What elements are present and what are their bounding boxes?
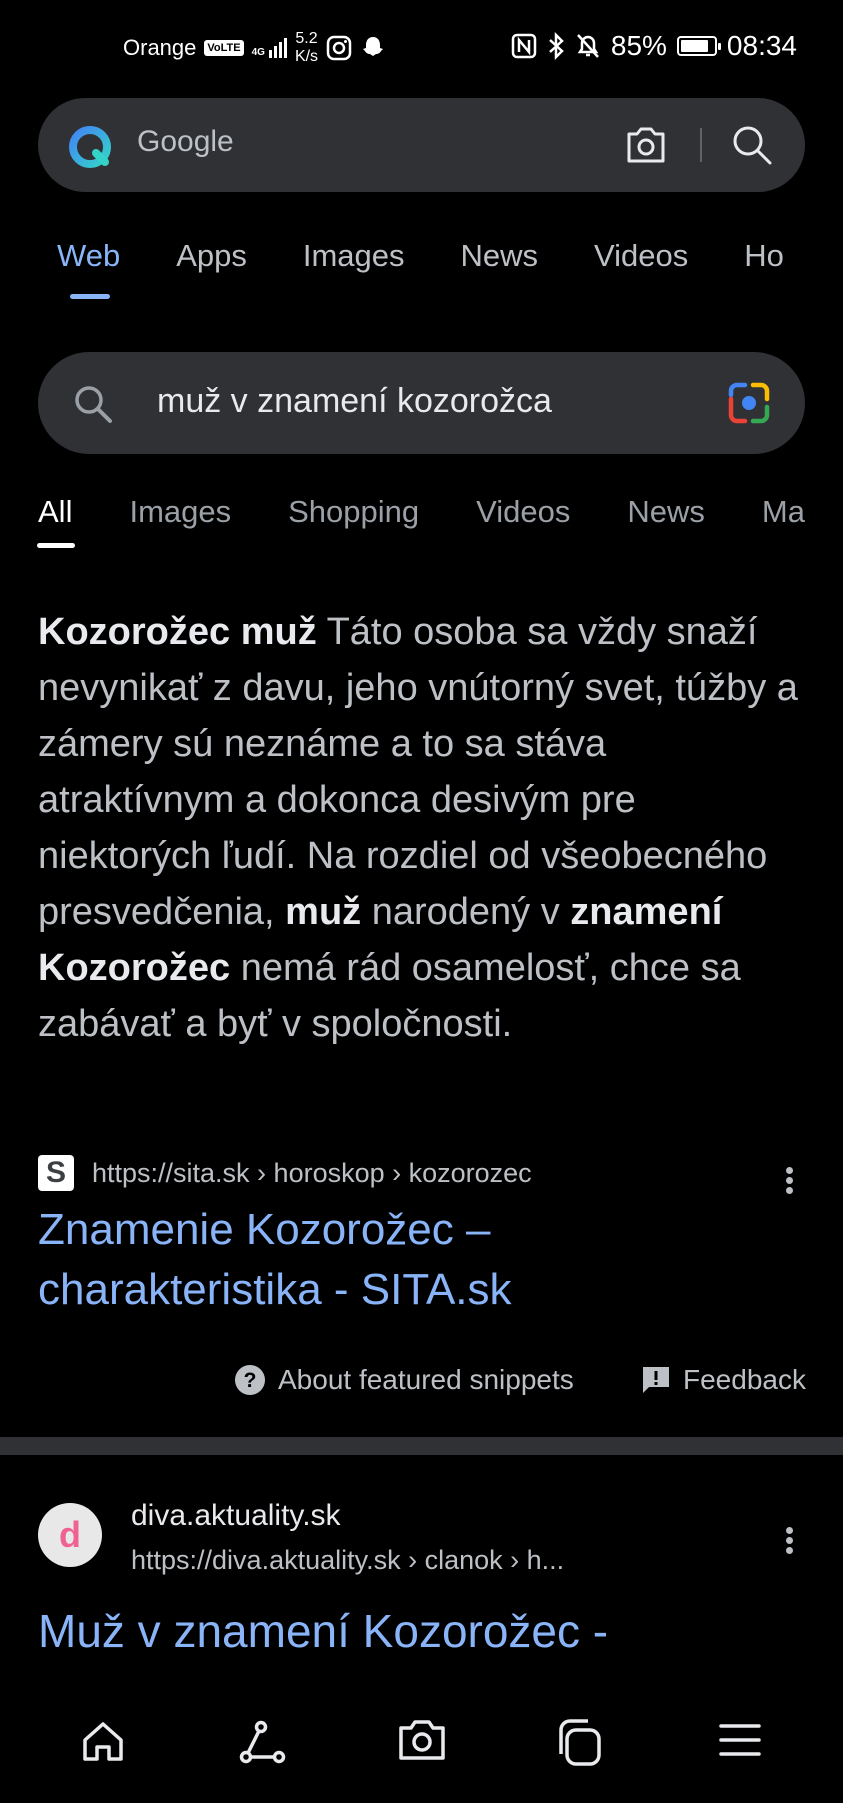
tab-all[interactable]: All [38, 494, 72, 530]
toolbar-divider [700, 128, 702, 162]
camera-icon[interactable] [397, 1718, 447, 1762]
network-speed: 5.2 K/s [295, 30, 318, 66]
nfc-icon [511, 33, 537, 59]
source-url[interactable]: https://sita.sk › horoskop › kozorozec [92, 1158, 532, 1189]
snapchat-icon [363, 37, 384, 56]
status-left: Orange VoLTE 4G 5.2 K/s [123, 30, 386, 66]
help-icon: ? [235, 1365, 265, 1395]
snippet-bold: muž [285, 891, 362, 933]
tab-shopping[interactable]: Shopping [288, 494, 419, 530]
snippet-text: Táto osoba sa vždy snaží nevynikať z dav… [38, 611, 798, 933]
battery-icon [676, 36, 721, 56]
tab-web[interactable]: Web [57, 238, 120, 274]
result-url[interactable]: https://diva.aktuality.sk › clanok › h..… [131, 1545, 564, 1576]
tab-news[interactable]: News [627, 494, 705, 530]
tab-videos[interactable]: Videos [476, 494, 570, 530]
status-right: 85% 08:34 [511, 30, 797, 62]
carrier-label: Orange [123, 35, 197, 60]
top-search-bar[interactable]: Google [38, 98, 805, 192]
svg-text:?: ? [244, 1369, 257, 1392]
feedback-button[interactable]: Feedback [641, 1364, 806, 1396]
more-options-icon[interactable] [786, 1164, 796, 1197]
status-bar: Orange VoLTE 4G 5.2 K/s 85% 08:34 [0, 0, 843, 100]
secondary-tabs: All Images Shopping Videos News Ma [38, 494, 843, 530]
result-title-link[interactable]: Muž v znamení Kozorožec - [38, 1604, 608, 1658]
network-type: 4G [251, 47, 265, 58]
snippet-bold: Kozorožec muž [38, 611, 317, 653]
result-site-name[interactable]: diva.aktuality.sk [131, 1499, 341, 1533]
volte-badge: VoLTE [204, 40, 244, 56]
search-icon[interactable] [730, 123, 774, 167]
more-options-icon[interactable] [786, 1524, 796, 1557]
query-box[interactable]: muž v znamení kozorožca [38, 352, 805, 454]
network-speed-unit: K/s [294, 48, 319, 65]
snippet-source[interactable]: S https://sita.sk › horoskop › kozorozec [38, 1155, 532, 1191]
bluetooth-icon [549, 32, 564, 60]
lens-icon[interactable] [725, 379, 773, 427]
share-icon[interactable] [238, 1718, 286, 1766]
tab-maps[interactable]: Ma [762, 494, 805, 530]
tab-apps[interactable]: Apps [176, 238, 247, 274]
snippet-text: narodený v [361, 891, 571, 933]
battery-percent: 85% [610, 30, 667, 61]
primary-tabs: Web Apps Images News Videos Ho [57, 238, 840, 274]
feedback-icon [643, 1367, 669, 1393]
camera-search-icon[interactable] [624, 124, 668, 166]
signal-icon: 4G [252, 38, 287, 58]
active-tab-indicator [37, 543, 75, 548]
tabs-icon[interactable] [557, 1718, 605, 1766]
browser-logo-icon [69, 126, 111, 168]
about-featured-snippets[interactable]: ? About featured snippets [234, 1364, 574, 1396]
active-tab-indicator [70, 294, 110, 299]
tab-videos[interactable]: Videos [594, 238, 688, 274]
site-favicon: S [38, 1155, 74, 1191]
search-query-text[interactable]: muž v znamení kozorožca [157, 382, 552, 421]
clock: 08:34 [726, 30, 797, 61]
search-icon [75, 386, 112, 423]
bottom-navigation [0, 1673, 843, 1803]
featured-snippet-text: Kozorožec muž Táto osoba sa vždy snaží n… [38, 604, 798, 1052]
tab-news[interactable]: News [461, 238, 539, 274]
instagram-icon [326, 35, 352, 61]
feedback-label: Feedback [683, 1364, 806, 1395]
about-label: About featured snippets [278, 1364, 574, 1395]
tab-more[interactable]: Ho [744, 238, 784, 274]
mute-bell-icon [576, 34, 599, 58]
network-speed-value: 5.2 [295, 30, 318, 47]
section-divider [0, 1437, 843, 1455]
battery-level [680, 40, 708, 52]
search-engine-label: Google [137, 125, 234, 158]
site-favicon: d [38, 1503, 102, 1567]
home-icon[interactable] [80, 1718, 126, 1764]
tab-images[interactable]: Images [303, 238, 405, 274]
menu-icon[interactable] [718, 1718, 762, 1762]
tab-images[interactable]: Images [129, 494, 231, 530]
result-title-link[interactable]: Znamenie Kozorožec – charakteristika - S… [38, 1200, 758, 1320]
